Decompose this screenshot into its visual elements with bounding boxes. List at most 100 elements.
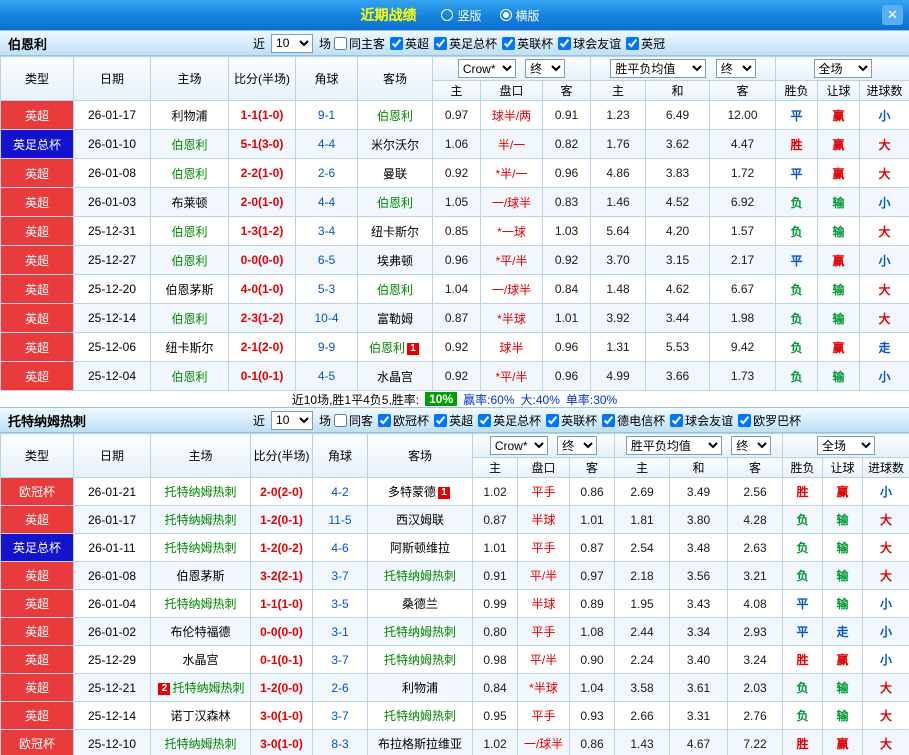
- filter-checkbox[interactable]: [626, 36, 640, 50]
- match-count-select[interactable]: 10: [271, 33, 314, 53]
- filter-checkbox[interactable]: [378, 413, 392, 427]
- filter-英足总杯[interactable]: 英足总杯: [434, 35, 497, 52]
- corner-score: 2-6: [295, 158, 358, 188]
- filter-英联杯[interactable]: 英联杯: [502, 35, 553, 52]
- team-name[interactable]: 桑德兰: [402, 597, 438, 611]
- filter-checkbox[interactable]: [390, 36, 404, 50]
- team-name[interactable]: 伯恩利: [377, 196, 413, 210]
- team-name[interactable]: 托特纳姆热刺: [172, 681, 244, 695]
- team-name[interactable]: 布伦特福德: [170, 625, 230, 639]
- team-name[interactable]: 托特纳姆热刺: [384, 569, 456, 583]
- team-name[interactable]: 托特纳姆热刺: [384, 625, 456, 639]
- result-handicap: 赢: [817, 129, 861, 159]
- team-name[interactable]: 阿斯顿维拉: [390, 541, 450, 555]
- match-count-select[interactable]: 10: [271, 410, 314, 430]
- team-name[interactable]: 布拉格斯拉维亚: [378, 737, 462, 751]
- games-label: 场: [319, 36, 332, 51]
- team-name[interactable]: 利物浦: [402, 681, 438, 695]
- filter-球会友谊[interactable]: 球会友谊: [670, 412, 733, 429]
- team-name[interactable]: 托特纳姆热刺: [384, 709, 456, 723]
- filter-checkbox[interactable]: [602, 413, 616, 427]
- team-name[interactable]: 埃弗顿: [377, 254, 413, 268]
- team-name[interactable]: 伯恩利: [171, 138, 207, 152]
- filter-checkbox[interactable]: [546, 413, 560, 427]
- team-name[interactable]: 纽卡斯尔: [165, 341, 213, 355]
- team-name[interactable]: 布莱顿: [171, 196, 207, 210]
- filter-英超[interactable]: 英超: [434, 412, 473, 429]
- radio-horizontal[interactable]: 横版: [499, 7, 540, 24]
- team-name[interactable]: 多特蒙德: [388, 485, 436, 499]
- filter-英足总杯[interactable]: 英足总杯: [478, 412, 541, 429]
- radio-vertical[interactable]: 竖版: [441, 7, 482, 24]
- filter-英冠[interactable]: 英冠: [626, 35, 665, 52]
- filter-英联杯[interactable]: 英联杯: [546, 412, 597, 429]
- close-icon[interactable]: ✕: [882, 5, 903, 25]
- col-wdl: 胜负: [782, 457, 824, 478]
- final-average-select[interactable]: 终: [715, 59, 756, 78]
- filter-checkbox[interactable]: [558, 36, 572, 50]
- result-handicap: 走: [822, 617, 864, 646]
- match-row: 英超 26-01-03 布莱顿 2-0(1-0) 4-4 伯恩利 1.05 一/球半 0.83 1…: [0, 187, 909, 217]
- team-name[interactable]: 水晶宫: [377, 370, 413, 384]
- match-row: 英超 26-01-08 伯恩茅斯 3-2(2-1) 3-7 托特纳姆热刺 0.91 平/半 0.…: [0, 561, 909, 590]
- team-name[interactable]: 托特纳姆热刺: [164, 513, 236, 527]
- home-team-cell: 伯恩利: [150, 158, 229, 188]
- filter-同客[interactable]: 同客: [334, 412, 373, 429]
- team-name[interactable]: 伯恩利: [171, 312, 207, 326]
- fulltime-select[interactable]: 全场: [813, 59, 872, 78]
- team-name[interactable]: 伯恩利: [369, 341, 405, 355]
- match-row: 英超 25-12-29 水晶宫 0-1(0-1) 3-7 托特纳姆热刺 0.98 平/半 0.9…: [0, 645, 909, 674]
- fulltime-select[interactable]: 全场: [817, 436, 876, 455]
- final-odds-select[interactable]: 终: [557, 436, 598, 455]
- bookmaker-select[interactable]: Crow*: [489, 436, 548, 455]
- filter-欧罗巴杯[interactable]: 欧罗巴杯: [738, 412, 801, 429]
- odd-rate: 单率:30%: [565, 392, 618, 407]
- radio-horizontal-circle[interactable]: [499, 9, 512, 21]
- team-name[interactable]: 诺丁汉森林: [170, 709, 230, 723]
- team-name[interactable]: 曼联: [383, 167, 407, 181]
- tottenham-results-table: 类型 日期 主场 比分(半场) 角球 客场 Crow* 终 胜平负均值 终 全场: [0, 433, 909, 755]
- corner-score: 3-7: [312, 701, 368, 730]
- team-name[interactable]: 伯恩利: [171, 370, 207, 384]
- filter-checkbox[interactable]: [738, 413, 752, 427]
- team-name[interactable]: 伯恩利: [171, 254, 207, 268]
- team-name[interactable]: 托特纳姆热刺: [164, 485, 236, 499]
- team-name[interactable]: 托特纳姆热刺: [164, 541, 236, 555]
- filter-德电信杯[interactable]: 德电信杯: [602, 412, 665, 429]
- filter-checkbox[interactable]: [334, 413, 348, 427]
- team-name[interactable]: 富勒姆: [377, 312, 413, 326]
- filter-checkbox[interactable]: [334, 36, 348, 50]
- team-name[interactable]: 托特纳姆热刺: [384, 653, 456, 667]
- radio-vertical-circle[interactable]: [441, 9, 454, 21]
- bookmaker-select[interactable]: Crow*: [457, 59, 516, 78]
- team-name[interactable]: 米尔沃尔: [371, 138, 419, 152]
- team-name[interactable]: 托特纳姆热刺: [164, 737, 236, 751]
- team-name[interactable]: 伯恩茅斯: [165, 283, 213, 297]
- filter-球会友谊[interactable]: 球会友谊: [558, 35, 621, 52]
- team-name[interactable]: 纽卡斯尔: [371, 225, 419, 239]
- filter-checkbox[interactable]: [478, 413, 492, 427]
- team-name[interactable]: 伯恩利: [377, 109, 413, 123]
- team-name[interactable]: 托特纳姆热刺: [164, 597, 236, 611]
- filter-英超[interactable]: 英超: [390, 35, 429, 52]
- filter-同主客[interactable]: 同主客: [334, 35, 385, 52]
- team-name[interactable]: 利物浦: [171, 109, 207, 123]
- filter-checkbox[interactable]: [434, 36, 448, 50]
- filter-checkbox[interactable]: [502, 36, 516, 50]
- average-select[interactable]: 胜平负均值: [610, 59, 707, 78]
- filter-checkbox[interactable]: [434, 413, 448, 427]
- team-name[interactable]: 水晶宫: [182, 653, 218, 667]
- final-average-select[interactable]: 终: [731, 436, 772, 455]
- filter-欧冠杯[interactable]: 欧冠杯: [378, 412, 429, 429]
- team-name[interactable]: 伯恩茅斯: [176, 569, 224, 583]
- home-team-cell: 托特纳姆热刺: [150, 477, 251, 506]
- team-name[interactable]: 伯恩利: [171, 225, 207, 239]
- team-name[interactable]: 伯恩利: [171, 167, 207, 181]
- team-name[interactable]: 伯恩利: [377, 283, 413, 297]
- result-handicap: 输: [822, 505, 864, 534]
- filter-checkbox[interactable]: [670, 413, 684, 427]
- average-select[interactable]: 胜平负均值: [625, 436, 722, 455]
- team-name[interactable]: 西汉姆联: [396, 513, 444, 527]
- match-row: 英足总杯 26-01-10 伯恩利 5-1(3-0) 4-4 米尔沃尔 1.06 半/一 0.8…: [0, 129, 909, 159]
- final-odds-select[interactable]: 终: [525, 59, 566, 78]
